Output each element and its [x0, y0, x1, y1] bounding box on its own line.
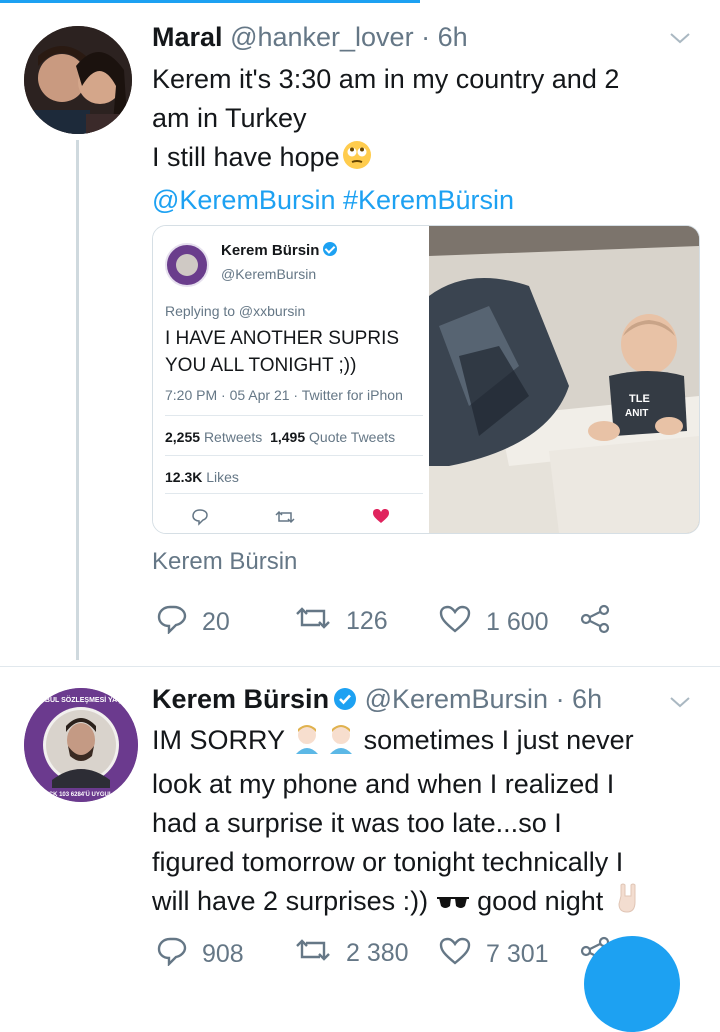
- reply-icon: [191, 508, 209, 531]
- like-count: 7 301: [486, 940, 549, 968]
- svg-text:TLE: TLE: [629, 393, 650, 405]
- screenshot-like-count: 12.3K: [165, 469, 203, 485]
- active-tab-indicator: [0, 0, 420, 3]
- tweet-text-line: will have 2 surprises :)) good night: [152, 882, 641, 925]
- tweet-header: Kerem Bürsin @KeremBursin · 6h: [152, 684, 602, 718]
- like-button[interactable]: 7 301: [438, 936, 549, 973]
- reply-count: 908: [202, 940, 244, 968]
- screenshot-retweet-count: 2,255: [165, 429, 201, 445]
- rolling-eyes-emoji-icon: [342, 140, 372, 181]
- screenshot-replying-to: Replying to @xxbursin: [165, 303, 306, 319]
- photo-illustration: TLE ANIT: [429, 226, 699, 533]
- thread-connector-line: [76, 140, 79, 660]
- screenshot-quote-label: Quote Tweets: [309, 429, 396, 445]
- share-icon: [578, 604, 612, 641]
- tweet-text-line: IM SORRY sometimes I just never: [152, 721, 641, 765]
- screenshot-name-text: Kerem Bürsin: [221, 242, 320, 259]
- hashtag-link[interactable]: #KeremBürsin: [343, 185, 514, 215]
- heart-icon: [438, 936, 472, 973]
- mention-link[interactable]: @KeremBursin: [152, 185, 335, 215]
- screenshot-avatar: [165, 243, 209, 287]
- retweet-icon: [275, 508, 295, 531]
- compose-tweet-button[interactable]: [584, 936, 680, 1032]
- share-button[interactable]: [578, 604, 612, 641]
- reply-button[interactable]: 20: [156, 604, 230, 641]
- author-name[interactable]: Kerem Bürsin: [152, 684, 329, 714]
- screenshot-quote-count: 1,495: [270, 429, 306, 445]
- chevron-down-icon[interactable]: [668, 690, 692, 716]
- divider: [165, 493, 423, 494]
- avatar[interactable]: [24, 26, 132, 134]
- like-button[interactable]: 1 600: [438, 604, 549, 641]
- badge-top-text: İSTANBUL SÖZLEŞMESİ YAŞATIR: [24, 695, 137, 704]
- divider: [165, 455, 423, 456]
- author-name[interactable]: Maral: [152, 22, 223, 52]
- screenshot-retweet-label: Retweets: [203, 429, 263, 445]
- author-handle[interactable]: @hanker_lover: [230, 22, 414, 52]
- screenshot-handle: @KeremBursin: [221, 266, 317, 282]
- verified-badge-icon: [323, 242, 338, 256]
- tweet-media[interactable]: Kerem Bürsin @KeremBursin Replying to @x…: [152, 225, 700, 534]
- avatar-badge: İSTANBUL SÖZLEŞMESİ YAŞATIR TCK 103 6284…: [24, 688, 138, 802]
- tweet-text-line: look at my phone and when I realized I: [152, 769, 615, 799]
- tweet-text: IM SORRY sometimes I just never look at …: [152, 721, 641, 925]
- tweet-header: Maral @hanker_lover · 6h: [152, 22, 468, 53]
- tweet-text-line: @KeremBursin #KeremBürsin: [152, 181, 619, 220]
- tweet-text: Kerem it's 3:30 am in my country and 2 a…: [152, 60, 619, 220]
- embedded-tweet-screenshot[interactable]: Kerem Bürsin @KeremBursin Replying to @x…: [153, 226, 423, 533]
- screenshot-like-label: Likes: [206, 469, 239, 485]
- tweet-text-line: Kerem it's 3:30 am in my country and 2: [152, 64, 620, 94]
- tweet-divider: [0, 666, 720, 667]
- badge-bottom-text: TCK 103 6284'Ü UYGULA: [45, 791, 117, 798]
- sunglasses-emoji-icon: [436, 884, 470, 923]
- facepalm-emoji-icon: [292, 722, 356, 765]
- tweet-text-span: sometimes I just never: [363, 725, 634, 755]
- screenshot-likes: 12.3K Likes: [165, 469, 239, 485]
- like-count: 1 600: [486, 608, 549, 636]
- retweet-count: 2 380: [346, 939, 409, 967]
- tweet-text-line: am in Turkey: [152, 103, 307, 133]
- avatar[interactable]: İSTANBUL SÖZLEŞMESİ YAŞATIR TCK 103 6284…: [24, 688, 138, 802]
- chevron-down-icon[interactable]: [668, 26, 692, 52]
- author-handle[interactable]: @KeremBursin: [365, 684, 548, 714]
- rock-on-emoji-icon: [615, 882, 641, 925]
- screenshot-stats: 2,255 Retweets 1,495 Quote Tweets: [165, 429, 395, 445]
- reply-button[interactable]: 908: [156, 936, 244, 973]
- avatar-photo: [24, 26, 132, 134]
- heart-icon: [438, 604, 472, 641]
- screenshot-name: Kerem Bürsin: [221, 242, 338, 259]
- divider: [165, 415, 423, 416]
- tweet-text-span: good night: [477, 886, 604, 916]
- tweet-time[interactable]: · 6h: [421, 22, 468, 52]
- tweet-text-line: figured tomorrow or tonight technically …: [152, 847, 624, 877]
- retweet-icon: [294, 604, 332, 639]
- tweet-text-span: will have 2 surprises :)): [152, 886, 429, 916]
- verified-badge-icon: [333, 687, 357, 718]
- retweet-icon: [294, 936, 332, 971]
- tweet-text-line: had a surprise it was too late...so I: [152, 808, 562, 838]
- retweet-button[interactable]: 126: [294, 604, 388, 639]
- reply-count: 20: [202, 608, 230, 636]
- reply-icon: [156, 604, 188, 641]
- tweet-text-span: IM SORRY: [152, 725, 285, 755]
- baby-on-couch-photo[interactable]: TLE ANIT: [429, 226, 699, 533]
- reply-icon: [156, 936, 188, 973]
- heart-icon: [372, 508, 390, 529]
- tweet-text-line: I still have hope: [152, 138, 619, 181]
- svg-text:ANIT: ANIT: [625, 408, 648, 419]
- screenshot-meta: 7:20 PM · 05 Apr 21 · Twitter for iPhon: [165, 387, 403, 403]
- retweet-count: 126: [346, 607, 388, 635]
- retweet-button[interactable]: 2 380: [294, 936, 409, 971]
- media-caption[interactable]: Kerem Bürsin: [152, 548, 297, 576]
- tweet-text-span: I still have hope: [152, 142, 340, 172]
- tweet-time[interactable]: · 6h: [556, 684, 603, 714]
- screenshot-body: I HAVE ANOTHER SUPRIS YOU ALL TONIGHT ;)…: [165, 328, 400, 376]
